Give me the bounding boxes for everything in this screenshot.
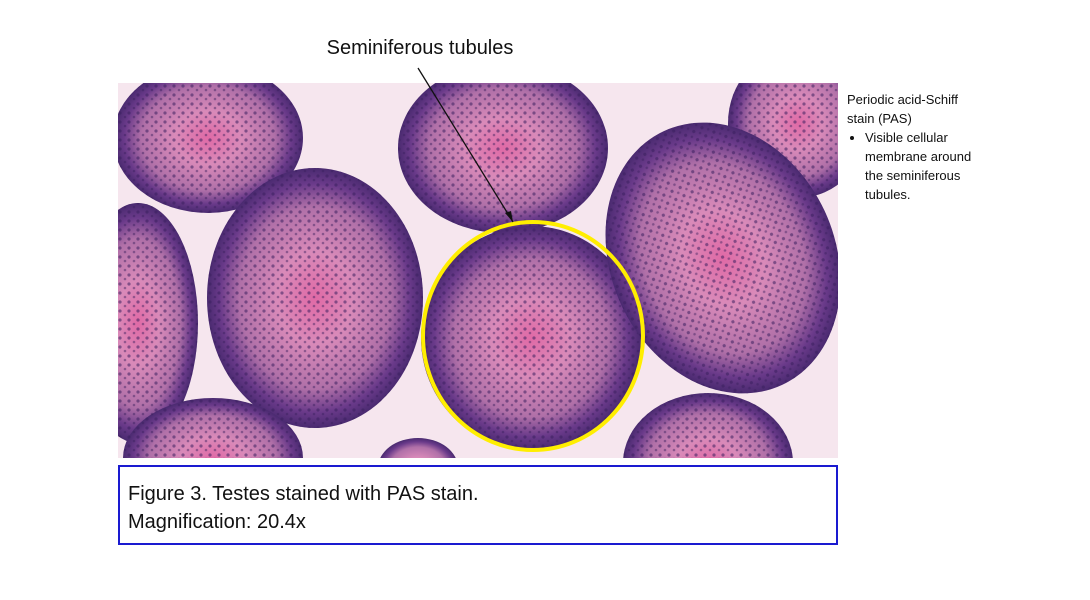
side-note-heading: Periodic acid-Schiff stain (PAS): [847, 92, 959, 126]
side-note-list: Visible cellular membrane around the sem…: [847, 128, 987, 204]
slide: Seminiferous tubules Periodic acid-Schif…: [0, 0, 1090, 600]
caption-title: Figure 3. Testes stained with PAS stain.: [128, 483, 479, 505]
side-note-bullet: Visible cellular membrane around the sem…: [865, 128, 987, 204]
tubules: [118, 83, 838, 458]
caption-magnification: Magnification: 20.4x: [128, 511, 306, 533]
micrograph-svg: [118, 83, 838, 458]
tubule-nuclei: [207, 168, 423, 428]
micrograph-image: [118, 83, 838, 458]
arrow-label: Seminiferous tubules: [326, 37, 514, 59]
side-note: Periodic acid-Schiff stain (PAS) Visible…: [847, 90, 987, 204]
figure-caption: Figure 3. Testes stained with PAS stain.…: [118, 465, 838, 545]
